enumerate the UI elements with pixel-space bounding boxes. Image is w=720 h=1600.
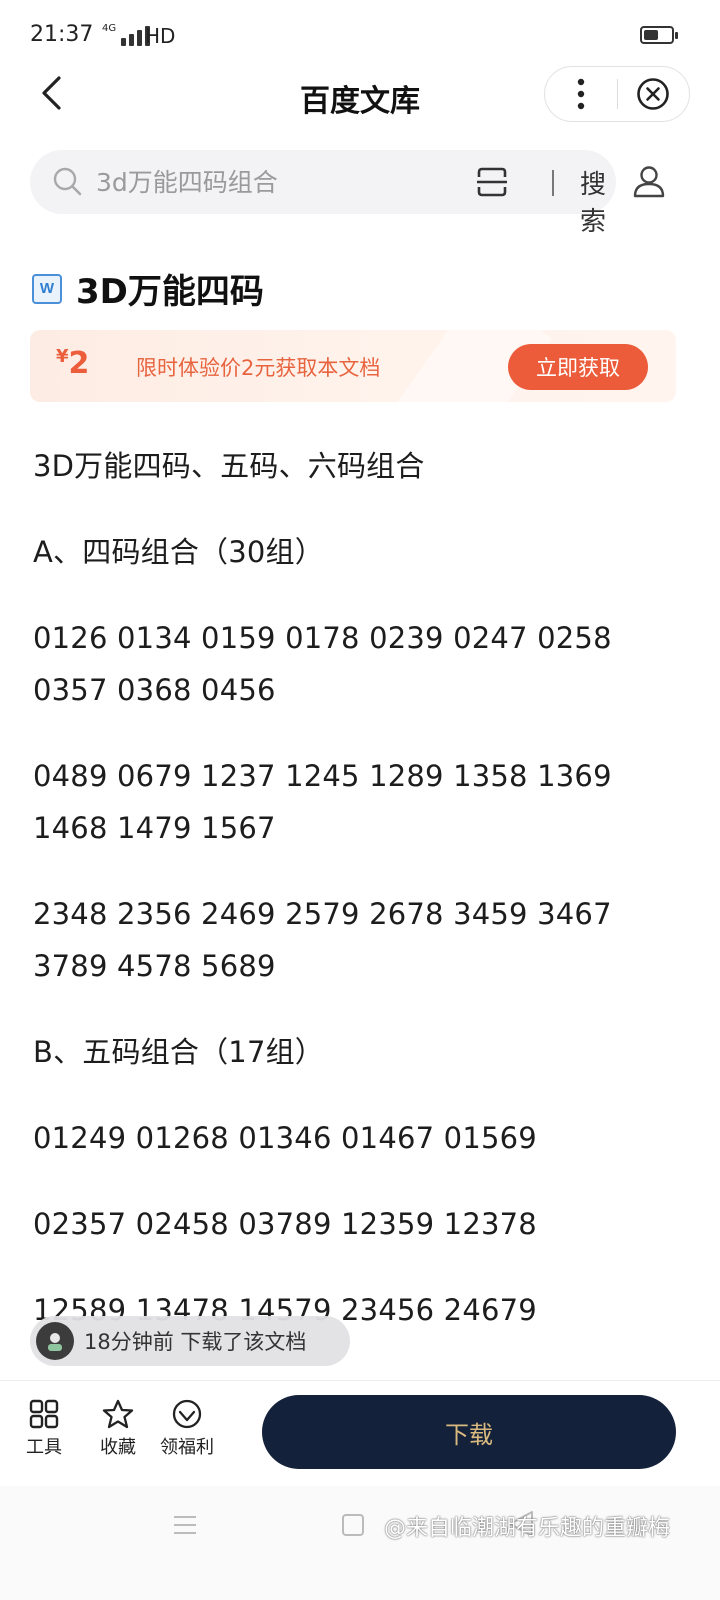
status-time: 21:37	[30, 22, 94, 47]
bottom-toolbar: 工具 收藏 领福利 下载	[0, 1380, 720, 1480]
more-vertical-icon	[577, 78, 584, 110]
user-icon[interactable]	[632, 164, 666, 198]
content-paragraph: 3D万能四码、五码、六码组合	[33, 449, 425, 483]
favorite-label: 收藏	[100, 1437, 136, 1458]
promo-text: 限时体验价2元获取本文档	[136, 356, 381, 380]
close-circle-icon	[637, 78, 670, 110]
download-button[interactable]: 下载	[262, 1395, 676, 1469]
diamond-gift-icon	[172, 1399, 202, 1429]
content-paragraph: 2348 2356 2469 2579 2678 3459 3467 3789 …	[33, 897, 612, 983]
benefits-label: 领福利	[160, 1437, 214, 1458]
hd-indicator: HD	[145, 24, 176, 48]
content-paragraph: 02357 02458 03789 12359 12378	[33, 1207, 537, 1241]
promo-price: ¥2	[56, 346, 89, 381]
favorite-button[interactable]: 收藏	[100, 1399, 136, 1459]
grid-icon	[29, 1399, 59, 1429]
battery-icon	[640, 26, 678, 44]
status-bar: 21:37 4G HD	[0, 0, 720, 70]
system-nav-bar: @来自临潮湖有乐趣的重瓣梅	[0, 1486, 720, 1600]
watermark: @来自临潮湖有乐趣的重瓣梅	[384, 1516, 671, 1541]
content-paragraph: 0489 0679 1237 1245 1289 1358 1369 1468 …	[33, 759, 612, 845]
mini-program-capsule	[544, 66, 690, 122]
scan-icon[interactable]	[476, 166, 508, 198]
menu-icon[interactable]	[172, 1514, 198, 1536]
signal-icon: 4G	[102, 23, 151, 46]
search-input[interactable]	[96, 150, 466, 214]
content-paragraph: B、五码组合（17组）	[33, 1035, 324, 1069]
benefits-button[interactable]: 领福利	[160, 1399, 214, 1459]
app-header: 百度文库	[0, 62, 720, 126]
content-paragraph: A、四码组合（30组）	[33, 535, 324, 569]
word-icon-letter: W	[39, 280, 55, 297]
content-paragraph: 01249 01268 01346 01467 01569	[33, 1121, 537, 1155]
document-content: 3D万能四码、五码、六码组合 A、四码组合（30组） 0126 0134 015…	[33, 440, 693, 1456]
content-paragraph: 0126 0134 0159 0178 0239 0247 0258 0357 …	[33, 621, 612, 707]
network-type: 4G	[102, 23, 117, 34]
star-icon	[102, 1399, 134, 1429]
toast-text: 18分钟前 下载了该文档	[84, 1330, 307, 1354]
get-now-button[interactable]: 立即获取	[508, 344, 648, 390]
word-doc-icon: W	[32, 273, 62, 304]
close-button[interactable]	[618, 67, 690, 121]
search-bar: 搜索	[30, 150, 616, 237]
home-icon[interactable]	[342, 1514, 364, 1536]
avatar-icon	[48, 1333, 62, 1351]
document-title-row: W 3D万能四码	[32, 264, 264, 313]
promo-currency: ¥	[56, 346, 69, 367]
more-button[interactable]	[545, 67, 617, 121]
download-activity-toast: 18分钟前 下载了该文档	[30, 1316, 350, 1366]
promo-banner: ¥2 限时体验价2元获取本文档 立即获取	[30, 330, 676, 402]
tools-button[interactable]: 工具	[26, 1399, 62, 1459]
search-divider	[552, 170, 554, 196]
tools-label: 工具	[26, 1437, 62, 1458]
avatar	[36, 1322, 74, 1360]
document-title: 3D万能四码	[76, 272, 264, 312]
promo-price-value: 2	[68, 346, 90, 381]
search-icon	[53, 167, 82, 196]
search-button[interactable]: 搜索	[570, 164, 616, 238]
